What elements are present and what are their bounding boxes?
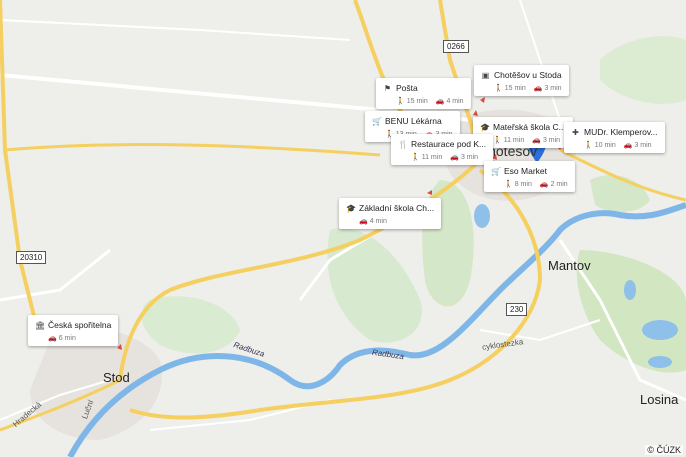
bank-icon: 🏛 (35, 320, 46, 330)
poi-walk-time: 15 min (504, 84, 526, 92)
restaurant-icon: 🍴 (398, 139, 408, 149)
place-label-stod: Stod (103, 370, 130, 385)
poi-car-time: 4 min (369, 217, 387, 225)
poi-car-time: 4 min (446, 97, 464, 105)
car-icon: 🚗 (623, 142, 633, 149)
poi-car-time: 3 min (544, 84, 562, 92)
post-icon: ⚑ (383, 83, 392, 93)
poi-walk-time: 10 min (594, 141, 616, 149)
poi-name: Restaurace pod K... (411, 139, 487, 149)
poi-card-ceska-sporitelna[interactable]: 🏛 Česká spořitelna 🚗 6 min (28, 315, 119, 346)
car-icon: 🚗 (435, 98, 445, 105)
poi-car-time: 3 min (542, 136, 561, 144)
poi-name: Eso Market (504, 166, 547, 176)
poi-card-zakladni-skola[interactable]: 🎓 Základní škola Ch... 🚗 4 min (339, 198, 442, 229)
poi-walk-time: 15 min (406, 97, 428, 105)
road-shield-230: 230 (506, 303, 528, 316)
medical-icon: ✚ (572, 127, 579, 137)
walk-icon: 🚶 (584, 142, 593, 149)
walk-icon: 🚶 (504, 181, 513, 188)
car-icon: 🚗 (450, 154, 459, 161)
car-icon: 🚗 (532, 137, 541, 144)
cart-icon: 🛒 (372, 116, 382, 126)
school-icon: 🎓 (346, 203, 356, 213)
car-icon: 🚗 (539, 181, 549, 188)
car-icon: 🚗 (359, 218, 368, 225)
poi-walk-time: 8 min (514, 180, 532, 188)
walk-icon: 🚶 (411, 154, 420, 161)
poi-card-mudr-klemperova[interactable]: ✚ MUDr. Klemperov... 🚶 10 min 🚗 3 min (564, 122, 665, 153)
poi-walk-time: 11 min (503, 136, 525, 144)
place-label-losina: Losina (640, 392, 679, 407)
car-icon: 🚗 (533, 85, 543, 92)
poi-name: MUDr. Klemperov... (584, 127, 658, 137)
poi-card-posta[interactable]: ⚑ Pošta 🚶 15 min 🚗 4 min (376, 78, 471, 109)
place-label-mantov: Mantov (548, 258, 591, 273)
poi-name: Česká spořitelna (48, 320, 112, 330)
car-icon: 🚗 (48, 335, 57, 342)
poi-car-time: 2 min (550, 180, 568, 188)
poi-car-time: 6 min (58, 334, 76, 342)
poi-name: Pošta (396, 83, 418, 93)
cart-icon: 🛒 (491, 166, 501, 176)
poi-walk-time: 11 min (421, 153, 443, 161)
walk-icon: 🚶 (494, 85, 503, 92)
poi-name: Chotěšov u Stoda (494, 70, 562, 80)
poi-card-eso-market[interactable]: 🛒 Eso Market 🚶 8 min 🚗 2 min (484, 161, 575, 192)
road-shield-0266: 0266 (443, 40, 469, 53)
walk-icon: 🚶 (396, 98, 405, 105)
bus-icon: ▣ (481, 70, 490, 80)
poi-card-restaurace[interactable]: 🍴 Restaurace pod K... 🚶 11 min 🚗 3 min (391, 134, 494, 165)
poi-car-time: 3 min (460, 153, 479, 161)
walk-icon: 🚶 (493, 137, 502, 144)
poi-name: BENU Lékárna (385, 116, 442, 126)
poi-name: Základní škola Ch... (359, 203, 435, 213)
poi-card-chotesov-u-stoda[interactable]: ▣ Chotěšov u Stoda 🚶 15 min 🚗 3 min (474, 65, 569, 96)
poi-car-time: 3 min (634, 141, 652, 149)
copyright-attribution[interactable]: © ČÚZK (645, 445, 683, 455)
poi-name: Mateřská škola C... (493, 122, 566, 132)
road-shield-20310: 20310 (16, 251, 47, 264)
school-icon: 🎓 (480, 122, 490, 132)
